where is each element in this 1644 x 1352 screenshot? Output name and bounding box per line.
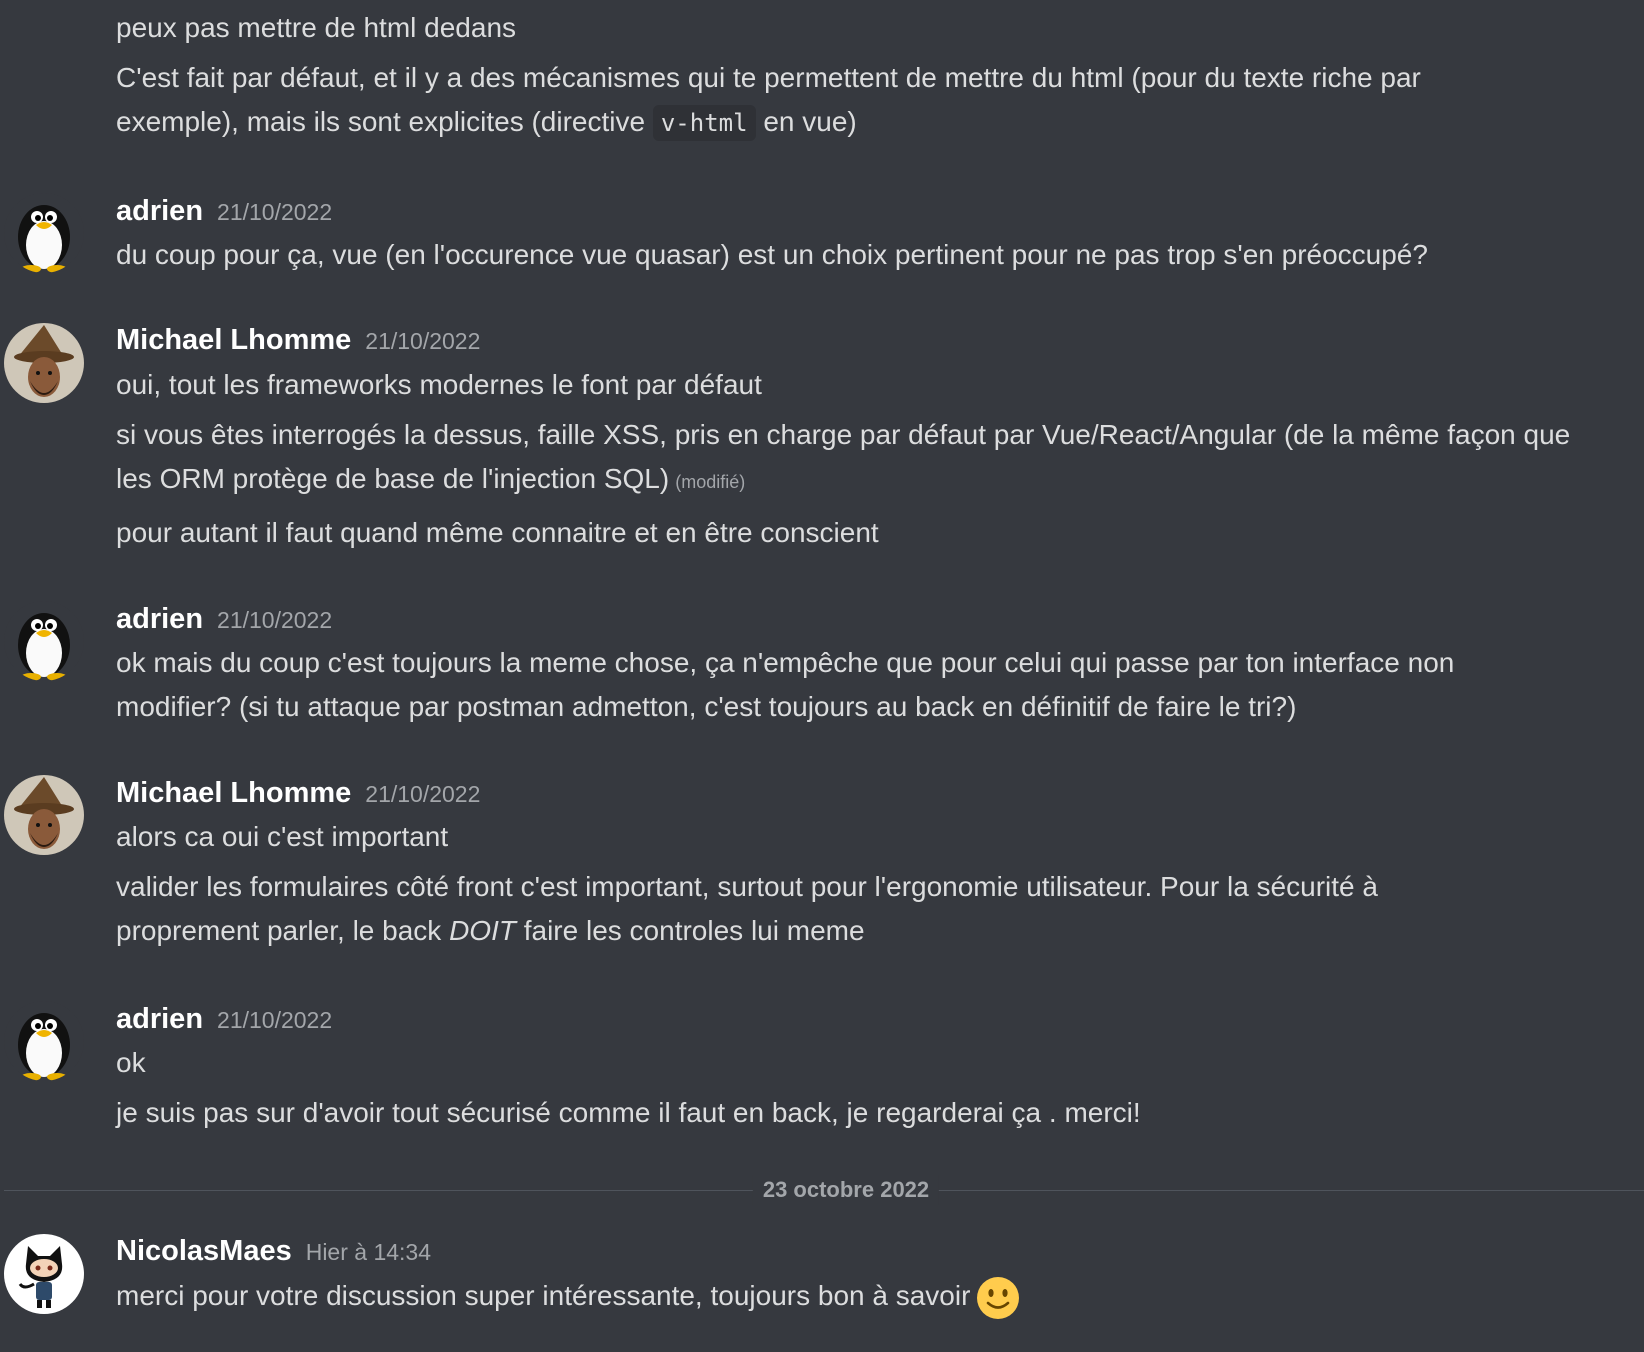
author-name[interactable]: NicolasMaes	[116, 1235, 292, 1267]
author-name[interactable]: adrien	[116, 1003, 203, 1035]
message-header: Michael Lhomme 21/10/2022	[116, 318, 480, 362]
message-text: peux pas mettre de html dedans	[116, 12, 517, 43]
author-name[interactable]: adrien	[116, 603, 203, 635]
edited-label: (modifié)	[675, 472, 746, 492]
message-header: adrien 21/10/2022	[116, 597, 332, 641]
message-text: valider les formulaires côté front c'est…	[116, 865, 1516, 953]
message-text-part: en vue)	[755, 106, 857, 137]
date-divider-label: 23 octobre 2022	[752, 1175, 940, 1205]
wizard-hat-avatar-icon[interactable]	[4, 775, 84, 855]
timestamp: 21/10/2022	[365, 781, 481, 807]
tux-avatar-icon[interactable]	[4, 1001, 84, 1081]
slightly-smiling-face-emoji[interactable]	[976, 1276, 1020, 1320]
message-text: oui, tout les frameworks modernes le fon…	[116, 369, 762, 400]
message-header: NicolasMaes Hier à 14:34	[116, 1229, 431, 1273]
message-header: adrien 21/10/2022	[116, 997, 332, 1041]
message-text-part: merci pour votre discussion super intére…	[116, 1280, 971, 1311]
message-text: C'est fait par défaut, et il y a des méc…	[116, 56, 1536, 145]
inline-code: v-html	[652, 105, 756, 141]
message-text: alors ca oui c'est important	[116, 821, 449, 852]
timestamp: 21/10/2022	[217, 1007, 333, 1033]
timestamp: 21/10/2022	[217, 199, 333, 225]
author-name[interactable]: Michael Lhomme	[116, 324, 351, 356]
message-text: je suis pas sur d'avoir tout sécurisé co…	[116, 1097, 1141, 1128]
message-header: adrien 21/10/2022	[116, 189, 332, 233]
octocat-avatar-icon[interactable]	[4, 1234, 84, 1314]
message-text-part: si vous êtes interrogés la dessus, faill…	[116, 419, 1571, 494]
message-text: merci pour votre discussion super intére…	[116, 1274, 1624, 1320]
message-text: pour autant il faut quand même connaitre…	[116, 517, 879, 548]
author-name[interactable]: adrien	[116, 195, 203, 227]
emphasis-text: DOIT	[449, 915, 516, 946]
tux-avatar-icon[interactable]	[4, 193, 84, 273]
author-name[interactable]: Michael Lhomme	[116, 777, 351, 809]
wizard-hat-avatar-icon[interactable]	[4, 323, 84, 403]
message-text-part: faire les controles lui meme	[515, 915, 865, 946]
timestamp: 21/10/2022	[365, 328, 481, 354]
message-text: si vous êtes interrogés la dessus, faill…	[116, 413, 1606, 504]
timestamp: 21/10/2022	[217, 607, 333, 633]
timestamp: Hier à 14:34	[305, 1239, 432, 1265]
message-text: du coup pour ça, vue (en l'occurence vue…	[116, 239, 1428, 270]
message-text: ok	[116, 1047, 146, 1078]
message-header: Michael Lhomme 21/10/2022	[116, 771, 480, 815]
message-text: ok mais du coup c'est toujours la meme c…	[116, 647, 1455, 722]
tux-avatar-icon[interactable]	[4, 601, 84, 681]
